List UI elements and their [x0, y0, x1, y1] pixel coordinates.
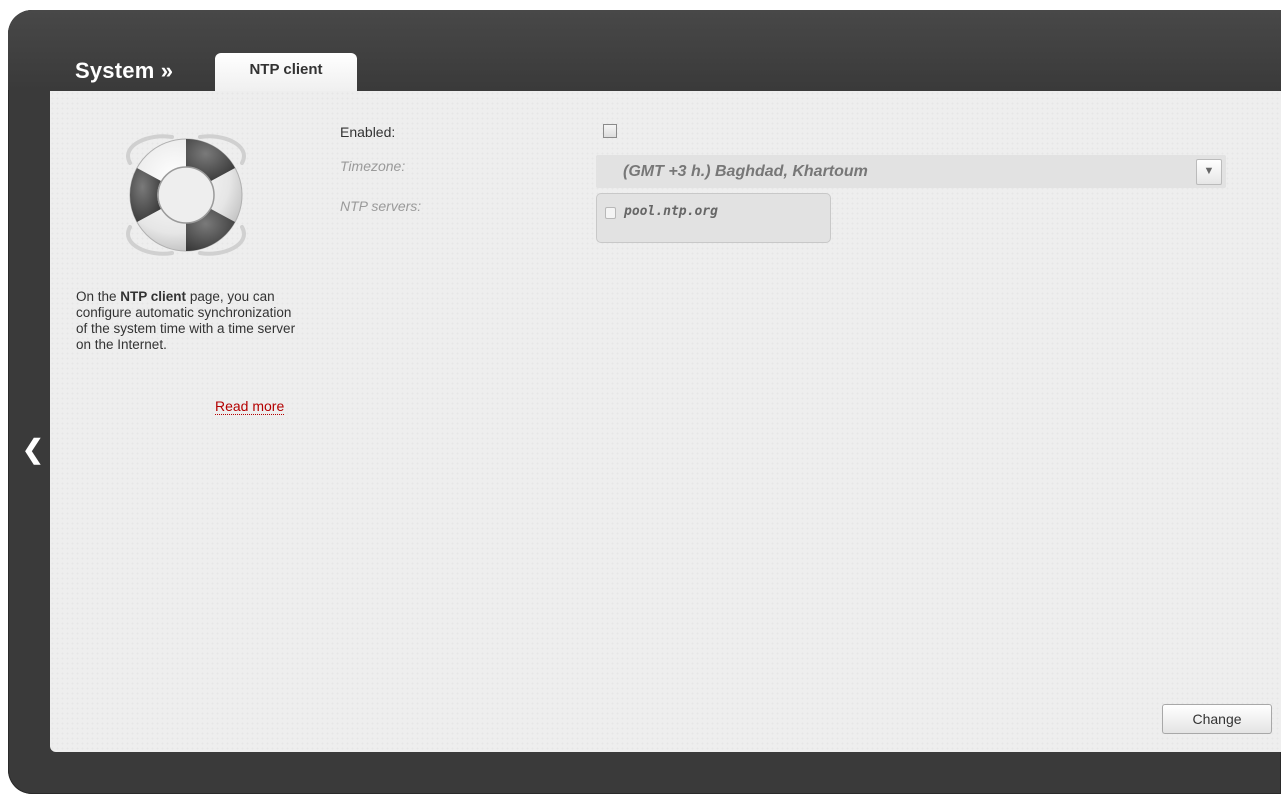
timezone-select[interactable]: (GMT +3 h.) Baghdad, Khartoum ▼ [596, 155, 1226, 188]
read-more-link[interactable]: Read more [215, 398, 285, 415]
ntp-servers-list[interactable]: pool.ntp.org [596, 193, 831, 243]
lifebuoy-icon [126, 134, 246, 256]
timezone-value: (GMT +3 h.) Baghdad, Khartoum [623, 163, 868, 180]
chevron-down-icon[interactable]: ▼ [1196, 159, 1222, 185]
section-title[interactable]: System » [75, 58, 173, 84]
timezone-label: Timezone: [340, 158, 406, 174]
enabled-label: Enabled: [340, 124, 396, 140]
tab-ntp-client[interactable]: NTP client [215, 53, 357, 95]
help-text-bold: NTP client [120, 289, 187, 304]
change-button[interactable]: Change [1162, 704, 1272, 734]
server-item-checkbox[interactable] [605, 207, 616, 219]
back-arrow-icon[interactable]: ❮ [22, 434, 44, 465]
server-item: pool.ntp.org [624, 204, 718, 219]
enabled-checkbox[interactable] [603, 124, 617, 138]
help-text: On the NTP client page, you can configur… [76, 289, 296, 352]
ntp-servers-label: NTP servers: [340, 198, 422, 214]
